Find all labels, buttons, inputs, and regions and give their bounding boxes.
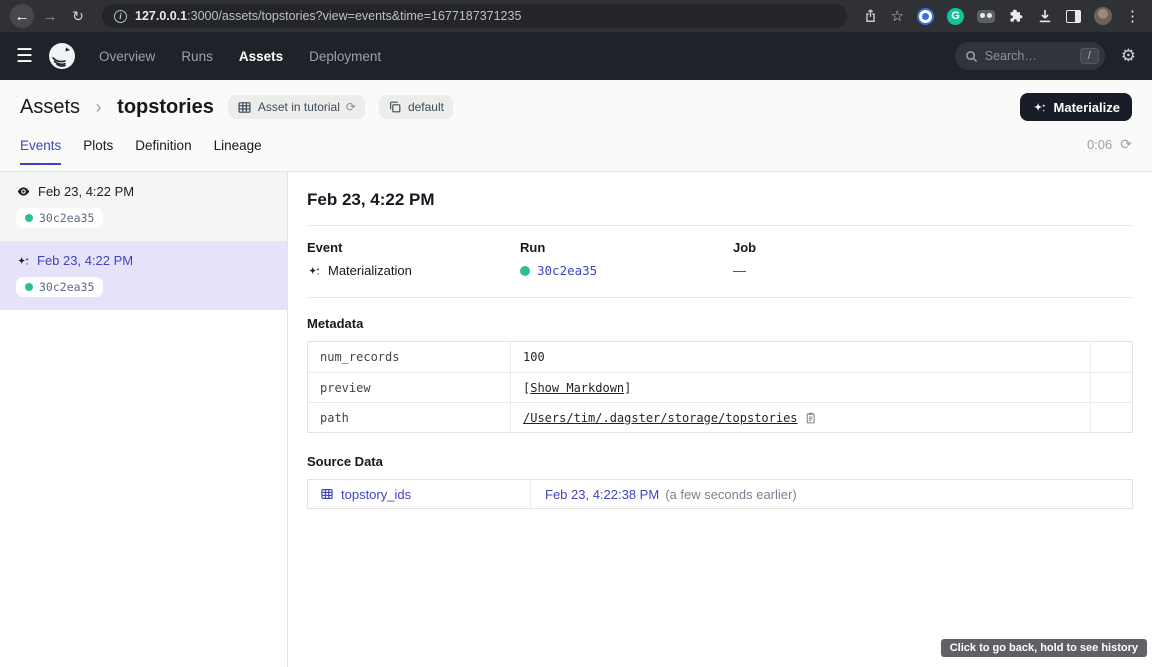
copy-to-clipboard-icon[interactable]: [804, 411, 817, 425]
source-data-heading: Source Data: [307, 454, 1133, 469]
grammarly-extension-icon[interactable]: G: [947, 8, 964, 25]
global-search[interactable]: /: [955, 42, 1105, 70]
timer-value: 0:06: [1087, 137, 1112, 152]
metadata-key: path: [308, 403, 511, 432]
run-id-link[interactable]: 30c2ea35: [537, 263, 597, 278]
nav-links: Overview Runs Assets Deployment: [99, 49, 381, 64]
run-status-dot: [25, 214, 33, 222]
bookmark-star-icon[interactable]: ☆: [891, 7, 904, 25]
run-column-label: Run: [520, 240, 733, 255]
extensions-puzzle-icon[interactable]: [1008, 8, 1024, 24]
table-row: num_records 100: [308, 342, 1132, 372]
copy-icon: [388, 100, 402, 114]
run-status-dot: [520, 266, 530, 276]
downloads-icon[interactable]: [1037, 8, 1053, 24]
tab-lineage[interactable]: Lineage: [214, 138, 262, 165]
source-event-time-link[interactable]: Feb 23, 4:22:38 PM: [545, 487, 659, 502]
materialization-sparkle-icon: [307, 264, 321, 278]
nav-item-overview[interactable]: Overview: [99, 49, 155, 64]
browser-menu-icon[interactable]: ⋮: [1125, 7, 1140, 25]
event-list-item-materialization[interactable]: Feb 23, 4:22 PM 30c2ea35: [0, 241, 287, 310]
refresh-icon[interactable]: ⟳: [1120, 136, 1132, 153]
browser-toolbar: ← → ↻ i 127.0.0.1:3000/assets/topstories…: [0, 0, 1152, 32]
app-window: ← → ↻ i 127.0.0.1:3000/assets/topstories…: [0, 0, 1152, 667]
asset-tabs: Events Plots Definition Lineage: [20, 138, 262, 165]
share-icon[interactable]: [863, 8, 878, 24]
run-tag[interactable]: 30c2ea35: [16, 208, 103, 228]
run-tag[interactable]: 30c2ea35: [16, 277, 103, 297]
table-row: preview [ Show Markdown ]: [308, 372, 1132, 402]
source-event-note: (a few seconds earlier): [665, 487, 797, 502]
tab-definition[interactable]: Definition: [135, 138, 191, 165]
tab-events[interactable]: Events: [20, 138, 61, 165]
materialize-button[interactable]: Materialize: [1020, 93, 1132, 121]
hamburger-menu-icon[interactable]: ☰: [16, 45, 33, 68]
sparkle-icon: [1032, 100, 1047, 115]
search-icon: [965, 50, 978, 63]
table-icon: [237, 100, 252, 115]
event-detail-title: Feb 23, 4:22 PM: [307, 190, 1133, 210]
browser-back-button[interactable]: ←: [10, 4, 34, 28]
metadata-heading: Metadata: [307, 316, 1133, 331]
run-id: 30c2ea35: [39, 280, 94, 294]
search-input[interactable]: [985, 49, 1071, 63]
show-markdown-link[interactable]: Show Markdown: [530, 381, 624, 395]
event-list-item-observation[interactable]: Feb 23, 4:22 PM 30c2ea35: [0, 172, 287, 241]
reload-repo-icon[interactable]: ⟳: [346, 100, 356, 114]
address-bar[interactable]: i 127.0.0.1:3000/assets/topstories?view=…: [102, 4, 847, 28]
browser-profile-avatar[interactable]: [1094, 7, 1112, 25]
table-row: path /Users/tim/.dagster/storage/topstor…: [308, 402, 1132, 432]
group-badge[interactable]: default: [379, 95, 453, 119]
search-shortcut-key: /: [1080, 48, 1099, 64]
bracket: [: [523, 381, 530, 395]
refresh-timer: 0:06 ⟳: [1087, 136, 1132, 165]
event-type-value: Materialization: [328, 263, 412, 278]
source-data-table: topstory_ids Feb 23, 4:22:38 PM (a few s…: [307, 479, 1133, 509]
metadata-key: preview: [308, 373, 511, 402]
tab-plots[interactable]: Plots: [83, 138, 113, 165]
side-panel-icon[interactable]: [1066, 10, 1081, 23]
table-row: topstory_ids Feb 23, 4:22:38 PM (a few s…: [308, 480, 1132, 508]
metadata-key: num_records: [308, 342, 511, 372]
materialization-sparkle-icon: [16, 254, 30, 268]
group-badge-label: default: [408, 100, 444, 114]
event-time: Feb 23, 4:22 PM: [38, 184, 134, 199]
event-detail-panel: Feb 23, 4:22 PM Event Materialization Ru…: [288, 172, 1152, 667]
nav-item-deployment[interactable]: Deployment: [309, 49, 381, 64]
robot-extension-icon[interactable]: [977, 10, 995, 23]
eye-icon: [16, 184, 31, 199]
metadata-value: 100: [523, 350, 545, 364]
url-text: 127.0.0.1:3000/assets/topstories?view=ev…: [135, 9, 521, 23]
settings-gear-icon[interactable]: ⚙: [1121, 46, 1136, 66]
browser-forward-button[interactable]: →: [38, 4, 62, 28]
nav-item-assets[interactable]: Assets: [239, 49, 283, 64]
browser-reload-button[interactable]: ↻: [66, 4, 90, 28]
repo-badge[interactable]: Asset in tutorial ⟳: [228, 95, 365, 119]
event-time: Feb 23, 4:22 PM: [37, 253, 133, 268]
repo-badge-label: Asset in tutorial: [258, 100, 340, 114]
dagster-logo[interactable]: [47, 41, 77, 71]
breadcrumb-separator: ›: [96, 97, 102, 117]
table-icon: [320, 487, 334, 501]
bracket: ]: [624, 381, 631, 395]
breadcrumb-assets-link[interactable]: Assets: [20, 96, 80, 118]
extension-clock-icon[interactable]: [917, 8, 934, 25]
upstream-asset-link[interactable]: topstory_ids: [308, 480, 531, 508]
event-column-label: Event: [307, 240, 520, 255]
run-status-dot: [25, 283, 33, 291]
event-list-sidebar: Feb 23, 4:22 PM 30c2ea35 Feb 23, 4:22 PM…: [0, 172, 288, 667]
app-navbar: ☰ Overview Runs Assets Deployment: [0, 32, 1152, 80]
job-empty-value: —: [733, 263, 746, 278]
page-title: topstories: [117, 96, 214, 118]
asset-page-header: Assets › topstories Asset in tutorial ⟳ …: [0, 80, 1152, 172]
job-column-label: Job: [733, 240, 946, 255]
breadcrumb: Assets › topstories: [20, 96, 214, 119]
nav-item-runs[interactable]: Runs: [181, 49, 213, 64]
browser-back-tooltip: Click to go back, hold to see history: [941, 639, 1147, 657]
path-link[interactable]: /Users/tim/.dagster/storage/topstories: [523, 411, 798, 425]
metadata-table: num_records 100 preview [ Show Markdown …: [307, 341, 1133, 433]
run-id: 30c2ea35: [39, 211, 94, 225]
site-info-icon[interactable]: i: [114, 10, 127, 23]
